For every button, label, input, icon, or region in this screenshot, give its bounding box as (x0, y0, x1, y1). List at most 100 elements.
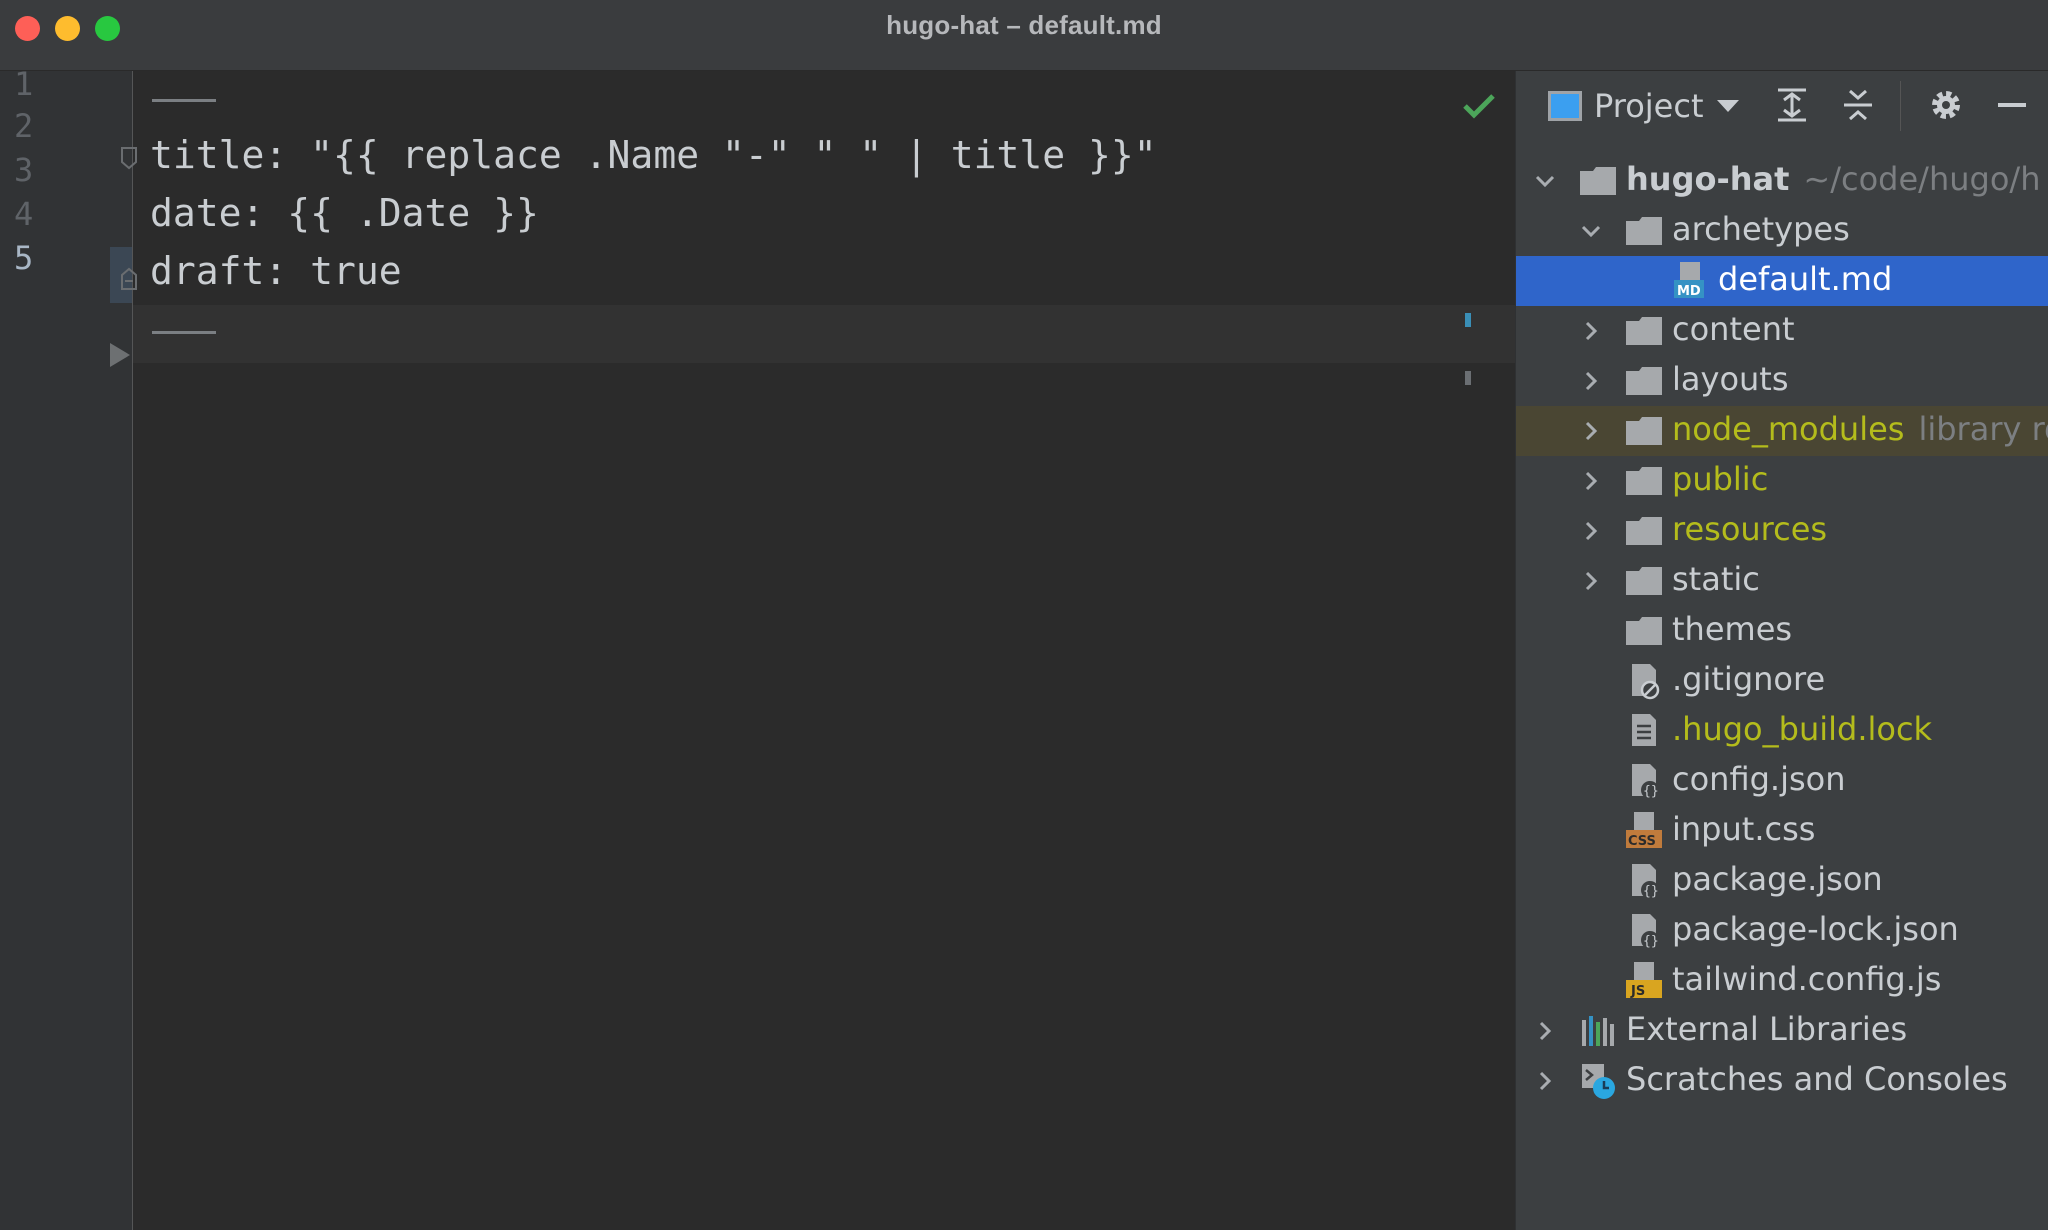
chevron-right-icon[interactable] (1578, 368, 1604, 394)
current-line-highlight (133, 305, 1515, 363)
svg-text:JS: JS (1630, 984, 1645, 999)
tree-item-layouts[interactable]: layouts (1516, 356, 2048, 406)
folder-icon (1626, 217, 1662, 245)
tree-item-tailwind-config-js[interactable]: JS tailwind.config.js (1516, 956, 2048, 1006)
window-title: hugo-hat – default.md (886, 10, 1162, 40)
library-root-suffix: library ro (1918, 410, 2048, 448)
chevron-right-icon[interactable] (1578, 468, 1604, 494)
tree-item-content[interactable]: content (1516, 306, 2048, 356)
tree-root-hugo-hat[interactable]: hugo-hat ~/code/hugo/h (1516, 156, 2048, 206)
ignore-file-icon (1632, 664, 1660, 700)
tree-item-label: tailwind.config.js (1672, 960, 1942, 998)
tree-item-label: Scratches and Consoles (1626, 1060, 2008, 1098)
tree-item-archetypes[interactable]: archetypes (1516, 206, 2048, 256)
tree-item-label: input.css (1672, 810, 1816, 848)
tree-item-gitignore[interactable]: .gitignore (1516, 656, 2048, 706)
js-file-icon: JS (1626, 962, 1662, 999)
code-line-1 (152, 99, 216, 102)
folder-icon (1626, 517, 1662, 545)
folder-icon (1626, 367, 1662, 395)
css-file-icon: CSS (1626, 812, 1662, 849)
svg-text:{}: {} (1643, 934, 1659, 949)
tree-item-label: public (1672, 460, 1769, 498)
line-number: 3 (14, 151, 34, 189)
chevron-down-icon (1717, 100, 1740, 112)
tree-item-label: layouts (1672, 360, 1789, 398)
tree-item-static[interactable]: static (1516, 556, 2048, 606)
tree-item-label: package-lock.json (1672, 910, 1959, 948)
code-editor[interactable]: 1 2 3 4 5 title: "{{ replace .Name "-" "… (0, 65, 1515, 1230)
line-number: 1 (14, 65, 34, 103)
chevron-right-icon[interactable] (1578, 568, 1604, 594)
tree-item-input-css[interactable]: CSS input.css (1516, 806, 2048, 856)
chevron-right-icon[interactable] (1578, 318, 1604, 344)
chevron-right-icon[interactable] (1532, 1018, 1558, 1044)
library-icon (1582, 1016, 1614, 1046)
chevron-right-icon[interactable] (1532, 1068, 1558, 1094)
svg-text:{}: {} (1643, 884, 1659, 899)
tree-item-default-md[interactable]: MD default.md (1516, 256, 2048, 306)
folder-icon (1626, 417, 1662, 445)
expand-all-icon[interactable] (1772, 85, 1812, 125)
collapse-arrow-icon[interactable] (110, 343, 130, 367)
check-icon[interactable] (1462, 91, 1496, 121)
minimize-icon[interactable] (1992, 85, 2032, 125)
tree-item-label: content (1672, 310, 1795, 348)
json-file-icon: {} (1632, 864, 1659, 899)
project-tool-window: Project hugo-hat ~/code/hugo/h archetype… (1515, 71, 2048, 1230)
tree-item-label: node_moduleslibrary ro (1672, 410, 2048, 448)
collapse-all-icon[interactable] (1838, 85, 1878, 125)
tree-item-scratches[interactable]: Scratches and Consoles (1516, 1056, 2048, 1106)
tree-item-resources[interactable]: resources (1516, 506, 2048, 556)
root-path: ~/code/hugo/h (1803, 160, 2041, 198)
json-file-icon: {} (1632, 914, 1659, 949)
folder-icon (1626, 617, 1662, 645)
tree-item-label: themes (1672, 610, 1793, 648)
tree-item-label: .gitignore (1672, 660, 1826, 698)
svg-text:MD: MD (1677, 284, 1701, 299)
folder-icon (1626, 467, 1662, 495)
change-marker[interactable] (1465, 371, 1471, 385)
code-line-4[interactable]: draft: true (150, 249, 402, 293)
tree-item-node-modules[interactable]: node_moduleslibrary ro (1516, 406, 2048, 456)
tree-item-hugo-build-lock[interactable]: .hugo_build.lock (1516, 706, 2048, 756)
tree-item-package-lock-json[interactable]: {} package-lock.json (1516, 906, 2048, 956)
svg-text:CSS: CSS (1628, 834, 1656, 849)
code-line-2[interactable]: title: "{{ replace .Name "-" " " | title… (150, 133, 1157, 177)
tree-item-label: resources (1672, 510, 1828, 548)
tree-item-external-libraries[interactable]: External Libraries (1516, 1006, 2048, 1056)
line-number-current: 5 (14, 239, 34, 277)
chevron-right-icon[interactable] (1578, 518, 1604, 544)
line-number: 2 (14, 107, 34, 145)
json-file-icon: {} (1632, 764, 1659, 799)
fold-start-icon[interactable] (120, 146, 138, 170)
change-marker[interactable] (1465, 313, 1471, 327)
folder-icon (1626, 567, 1662, 595)
fold-end-icon[interactable] (120, 267, 138, 291)
project-view-selector[interactable]: Project (1548, 81, 1740, 131)
folder-icon (1580, 167, 1616, 195)
markdown-icon: MD (1674, 262, 1704, 299)
code-line-5 (152, 331, 216, 334)
chevron-down-icon[interactable] (1532, 168, 1558, 194)
tree-item-label: package.json (1672, 860, 1883, 898)
code-line-3[interactable]: date: {{ .Date }} (150, 191, 539, 235)
scratches-icon (1582, 1064, 1615, 1099)
toolbar-separator (1900, 81, 1901, 131)
chevron-down-icon[interactable] (1578, 218, 1604, 244)
line-number: 4 (14, 195, 34, 233)
tree-item-label: config.json (1672, 760, 1846, 798)
title-bar: hugo-hat – default.md (0, 0, 2048, 71)
editor-gutter[interactable]: 1 2 3 4 5 (0, 65, 133, 1230)
tree-item-label: External Libraries (1626, 1010, 1908, 1048)
tree-item-label: archetypes (1672, 210, 1850, 248)
tree-item-config-json[interactable]: {} config.json (1516, 756, 2048, 806)
tree-item-package-json[interactable]: {} package.json (1516, 856, 2048, 906)
ide-window: hugo-hat – default.md 1 2 3 4 5 title: "… (0, 0, 2048, 1230)
tree-item-themes[interactable]: themes (1516, 606, 2048, 656)
gear-icon[interactable] (1926, 85, 1966, 125)
text-file-icon (1632, 714, 1656, 746)
tree-item-public[interactable]: public (1516, 456, 2048, 506)
project-toolbar: Project (1516, 71, 2048, 141)
chevron-right-icon[interactable] (1578, 418, 1604, 444)
